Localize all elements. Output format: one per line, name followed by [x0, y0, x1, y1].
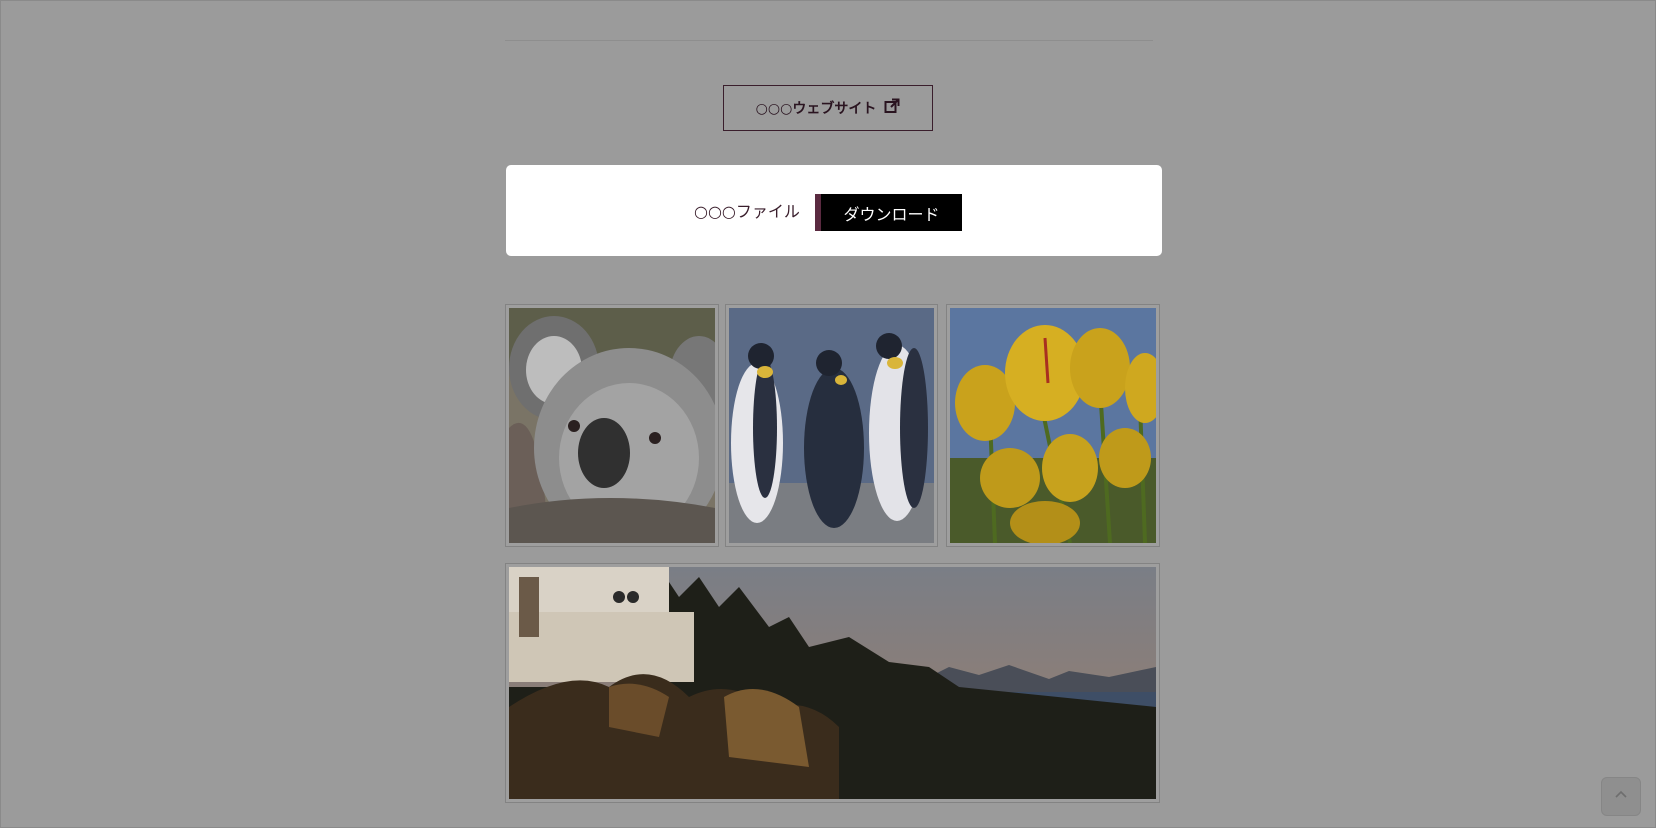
gallery-image-penguins[interactable]: [725, 304, 938, 547]
scroll-to-top-button[interactable]: [1601, 777, 1641, 816]
download-button[interactable]: ダウンロード: [815, 194, 962, 231]
koala-image: [509, 308, 715, 543]
gallery-image-lighthouse[interactable]: [505, 563, 1160, 803]
gallery-image-tulips[interactable]: [946, 304, 1160, 547]
website-link-label: ○○○ウェブサイト: [755, 101, 877, 117]
chevron-up-icon: [1614, 787, 1628, 806]
penguins-image: [729, 308, 934, 543]
external-link-icon: [884, 98, 900, 118]
section-divider: [505, 40, 1153, 41]
website-link-button[interactable]: ○○○ウェブサイト: [723, 85, 933, 131]
gallery-image-koala[interactable]: [505, 304, 719, 547]
tulips-image: [950, 308, 1156, 543]
lighthouse-image: [509, 567, 1156, 799]
file-label: ○○○ファイル: [694, 202, 800, 221]
